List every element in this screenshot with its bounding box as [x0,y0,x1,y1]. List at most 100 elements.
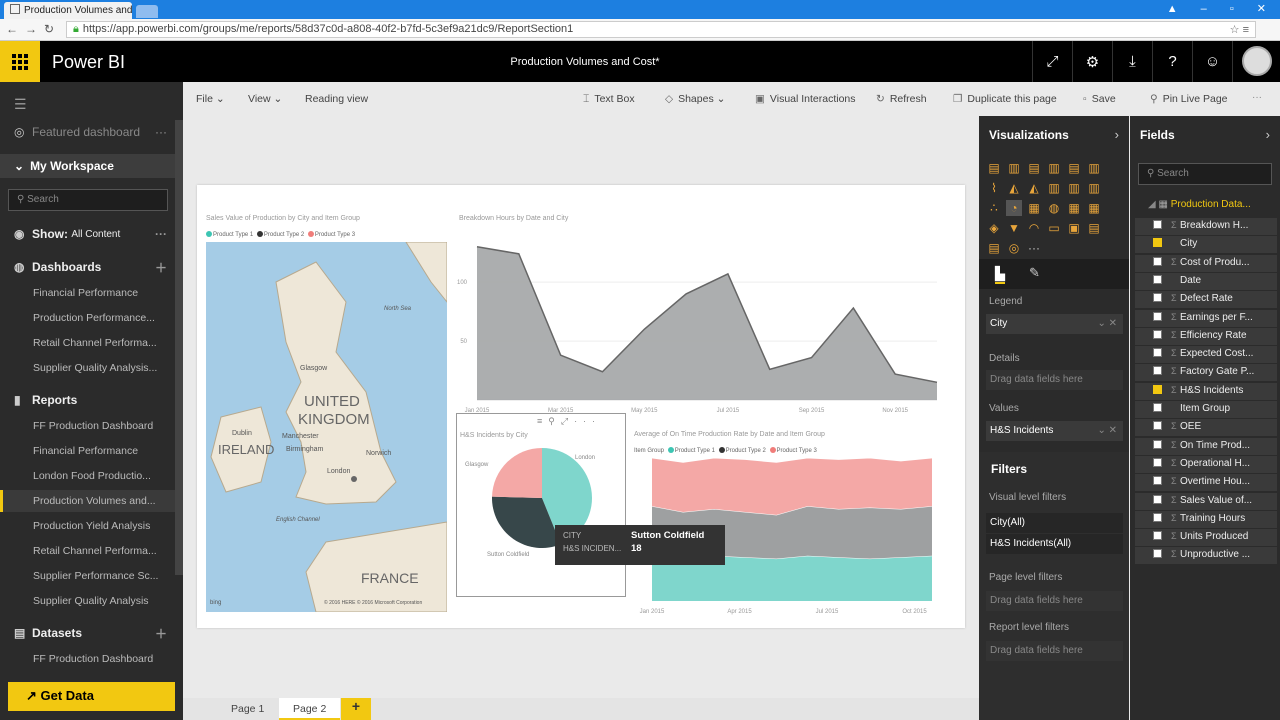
field-row[interactable]: Σ Defect Rate [1135,291,1277,309]
waterfall-icon[interactable]: ▥ [1086,180,1102,196]
field-row[interactable]: Σ Expected Cost... [1135,346,1277,364]
field-row[interactable]: City [1135,236,1277,254]
get-data-button[interactable]: ↗ Get Data [8,682,175,711]
report-item[interactable]: Retail Channel Performa... [0,540,175,562]
matrix-icon[interactable]: ▦ [1086,200,1102,216]
legend-well[interactable]: City ⌄ ✕ [986,314,1123,334]
field-row[interactable]: Σ H&S Incidents [1135,382,1277,400]
map-bubble[interactable] [351,476,357,482]
dashboard-item[interactable]: Retail Channel Performa... [0,332,175,354]
checkbox[interactable] [1153,531,1162,541]
table-icon[interactable]: ▦ [1026,200,1042,216]
fields-search-input[interactable]: ⚲ Search [1138,163,1272,185]
remove-field-icon[interactable]: ⌄ ✕ [1097,318,1117,329]
dashboard-item[interactable]: Production Performance... [0,307,175,329]
pie-selected-icon[interactable]: ◔ [1006,200,1022,216]
values-well[interactable]: H&S Incidents ⌄ ✕ [986,421,1123,441]
help-icon[interactable]: ? [1152,41,1192,82]
fields-tab-icon[interactable]: ▙ [995,266,1005,284]
collapse-chevron-icon[interactable]: › [1115,127,1119,142]
line-chart-icon[interactable]: ⌇ [986,180,1002,196]
dashboards-header[interactable]: ◍ Dashboards ＋ [0,256,175,278]
report-item[interactable]: Production Yield Analysis [0,515,175,537]
field-row[interactable]: Σ Overtime Hou... [1135,474,1277,492]
refresh-button[interactable]: ↻ Refresh [876,93,927,105]
page-filter-drop-zone[interactable]: Drag data fields here [986,591,1123,611]
shapes-button[interactable]: ◇ Shapes ⌄ [665,93,725,105]
field-row[interactable]: Σ Factory Gate P... [1135,364,1277,382]
details-drop-zone[interactable]: Drag data fields here [986,370,1123,390]
checkbox[interactable] [1153,439,1162,449]
donut-icon[interactable]: ◎ [1006,240,1022,256]
file-menu[interactable]: File ⌄ [196,93,225,105]
checkbox[interactable] [1153,293,1162,303]
pie-visual[interactable]: ≡⚲⤢··· H&S Incidents by City London Sutto… [456,413,626,597]
report-item[interactable]: London Food Productio... [0,465,175,487]
clustered-column-icon[interactable]: ▥ [1046,160,1062,176]
pin-live-page-button[interactable]: ⚲ Pin Live Page [1150,93,1228,105]
field-row[interactable]: Σ Breakdown H... [1135,218,1277,235]
more-icon[interactable]: ··· [155,125,167,139]
map-icon[interactable]: ◍ [1046,200,1062,216]
checkbox[interactable] [1153,421,1162,431]
field-row[interactable]: Σ On Time Prod... [1135,437,1277,455]
field-row[interactable]: Σ Unproductive ... [1135,547,1277,565]
dataset-item[interactable]: FF Production Dashboard [0,648,175,670]
remove-field-icon[interactable]: ⌄ ✕ [1097,425,1117,436]
window-controls[interactable]: ▲ – ▫ ✕ [1167,2,1276,15]
text-box-button[interactable]: ⌶ Text Box [583,93,635,106]
slicer-icon[interactable]: ▤ [1086,220,1102,236]
filled-map-icon[interactable]: ◈ [986,220,1002,236]
line-clustered-icon[interactable]: ▥ [1066,180,1082,196]
checkbox-checked[interactable] [1153,384,1162,394]
account-button[interactable] [1232,41,1280,82]
checkbox[interactable] [1153,329,1162,339]
filter-hs-incidents[interactable]: H&S Incidents(All) [986,534,1123,554]
checkbox[interactable] [1153,220,1162,229]
save-button[interactable]: ▫ Save [1083,93,1116,105]
hamburger-menu-icon[interactable]: ☰ [14,96,27,113]
checkbox[interactable] [1153,512,1162,522]
more-icon[interactable]: ··· [155,227,167,241]
show-filter[interactable]: ◉ Show: All Content ··· [0,223,175,245]
browser-nav-icons[interactable]: ←→↻ [6,22,61,36]
treemap-icon[interactable]: ▦ [1066,200,1082,216]
report-item-active[interactable]: Production Volumes and... [0,490,175,512]
checkbox[interactable] [1153,494,1162,504]
100-column-icon[interactable]: ▥ [1086,160,1102,176]
field-row[interactable]: Σ Operational H... [1135,455,1277,473]
duplicate-page-button[interactable]: ❐ Duplicate this page [953,93,1057,105]
funnel-icon[interactable]: ▼ [1006,220,1022,236]
field-row[interactable]: Σ Efficiency Rate [1135,327,1277,345]
field-row[interactable]: Σ Sales Value of... [1135,492,1277,510]
field-row[interactable]: Date [1135,272,1277,290]
stacked-area-icon[interactable]: ◭ [1026,180,1042,196]
map-visual[interactable]: UNITED KINGDOM IRELAND FRANCE Glasgow Ma… [206,242,447,612]
checkbox-checked[interactable] [1153,238,1162,248]
table-production-data[interactable]: ◢ ▦ Production Data... [1148,199,1251,210]
report-filter-drop-zone[interactable]: Drag data fields here [986,641,1123,661]
report-item[interactable]: Supplier Performance Sc... [0,565,175,587]
star-icon[interactable]: ☆ ≡ [1230,23,1249,36]
stacked-bar-icon[interactable]: ▤ [986,160,1002,176]
more-options-icon[interactable]: ··· [1252,92,1262,103]
tab-page-2[interactable]: Page 2 [279,698,341,720]
tab-page-1[interactable]: Page 1 [217,698,278,720]
report-item[interactable]: Financial Performance [0,440,175,462]
report-item[interactable]: FF Production Dashboard [0,415,175,437]
add-dashboard-icon[interactable]: ＋ [155,259,167,276]
format-paintbrush-icon[interactable]: ✎ [1029,265,1040,281]
featured-dashboard-link[interactable]: ◎ Featured dashboard ··· [0,121,175,143]
checkbox[interactable] [1153,274,1162,284]
visual-header-icons[interactable]: ≡⚲⤢··· [537,416,601,427]
checkbox[interactable] [1153,256,1162,266]
gauge-icon[interactable]: ◠ [1026,220,1042,236]
area-series[interactable] [477,246,937,400]
settings-gear-icon[interactable]: ⚙ [1072,41,1112,82]
area-chart-icon[interactable]: ◭ [1006,180,1022,196]
download-icon[interactable]: ⤓ [1112,41,1152,82]
checkbox[interactable] [1153,476,1162,486]
scatter-icon[interactable]: ∴ [986,200,1002,216]
field-row[interactable]: Σ OEE [1135,419,1277,437]
checkbox[interactable] [1153,311,1162,321]
